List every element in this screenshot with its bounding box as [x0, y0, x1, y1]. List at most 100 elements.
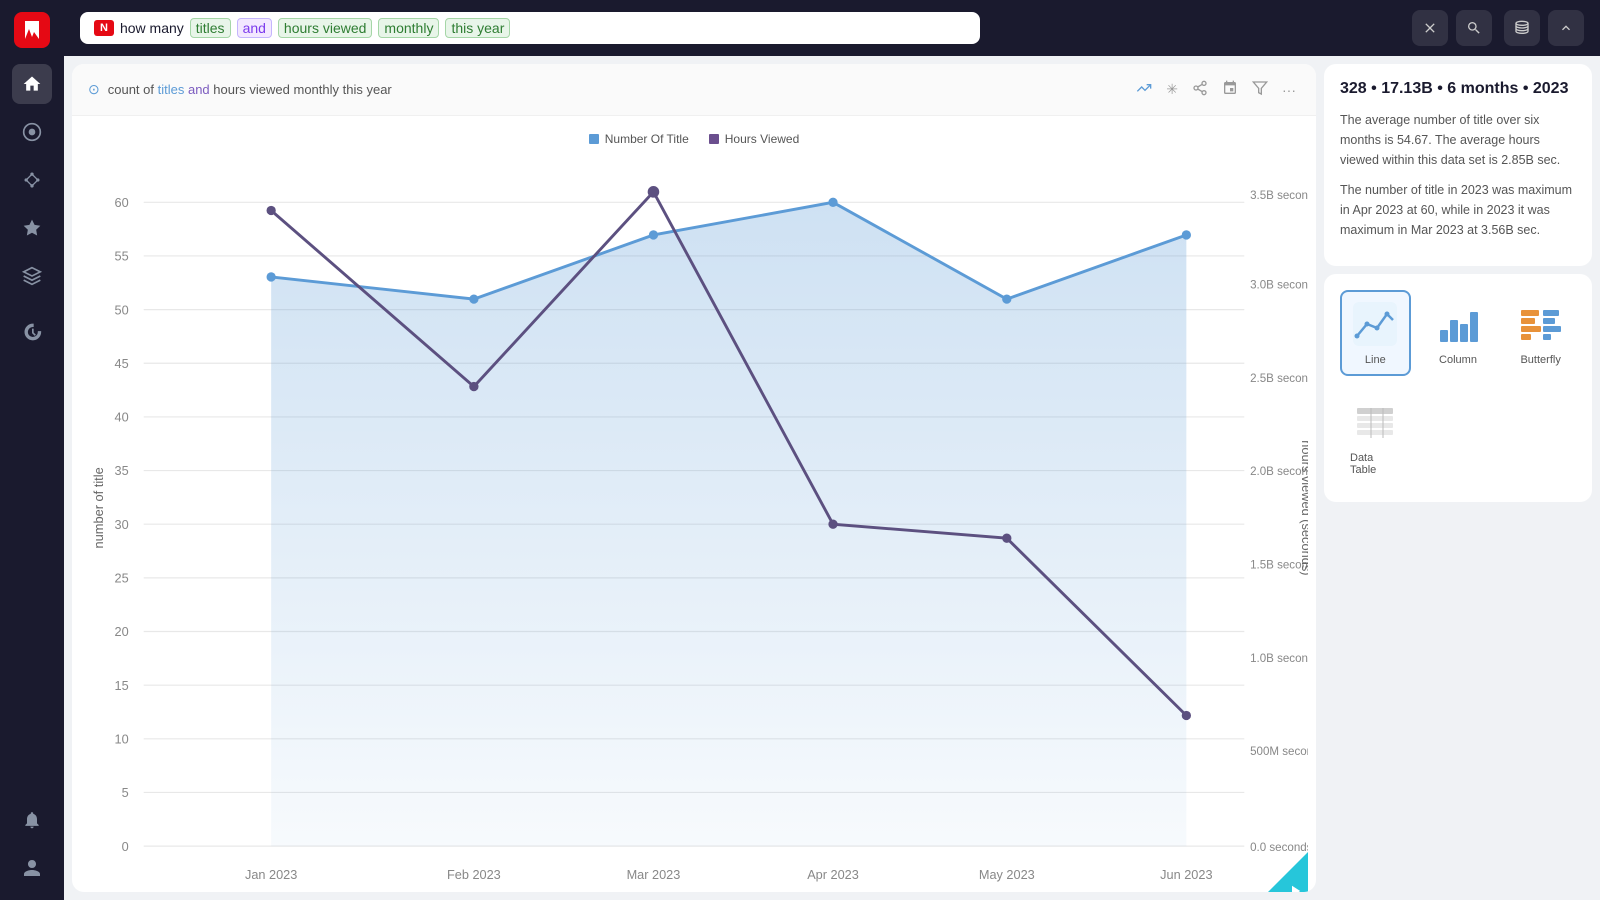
- chart-point-hours: [828, 520, 837, 529]
- content-area: ⊙ count of titles and hours viewed month…: [64, 56, 1600, 900]
- svg-text:3.0B seconds: 3.0B seconds: [1250, 279, 1308, 292]
- chart-body: Number Of Title Hours Viewed 0 5 10 15: [72, 116, 1316, 892]
- database-button[interactable]: [1504, 10, 1540, 46]
- chart-legend: Number Of Title Hours Viewed: [80, 132, 1308, 146]
- svg-text:2.5B seconds: 2.5B seconds: [1250, 372, 1308, 385]
- search-token-monthly: monthly: [378, 18, 439, 38]
- summary-text-2: The number of title in 2023 was maximum …: [1340, 180, 1576, 240]
- chart-point-hours: [648, 186, 660, 198]
- play-button-container: [1256, 852, 1308, 892]
- chart-point-hours: [1182, 711, 1191, 720]
- sidebar-item-activity[interactable]: [12, 112, 52, 152]
- svg-text:30: 30: [115, 517, 129, 532]
- svg-text:500M seconds: 500M seconds: [1250, 745, 1308, 758]
- svg-text:55: 55: [115, 249, 129, 264]
- chart-point: [1182, 230, 1191, 239]
- legend-titles: Number Of Title: [589, 132, 689, 146]
- share-button[interactable]: [1188, 76, 1212, 103]
- svg-text:Jan 2023: Jan 2023: [245, 867, 297, 882]
- chart-type-label-line: Line: [1365, 354, 1386, 366]
- search-token-howmany: how many: [120, 20, 184, 36]
- svg-text:50: 50: [115, 302, 129, 317]
- chart-type-icon-butterfly: [1517, 300, 1565, 348]
- svg-text:25: 25: [115, 570, 129, 585]
- search-token-hours: hours viewed: [278, 18, 373, 38]
- svg-text:20: 20: [115, 624, 129, 639]
- chart-point: [469, 294, 478, 303]
- sidebar-item-connections[interactable]: [12, 160, 52, 200]
- svg-text:5: 5: [122, 785, 129, 800]
- legend-label-hours: Hours Viewed: [725, 132, 799, 146]
- svg-text:Month (release date): Month (release date): [626, 889, 761, 892]
- svg-text:35: 35: [115, 463, 129, 478]
- more-button[interactable]: ···: [1278, 76, 1300, 103]
- chart-type-datatable[interactable]: Data Table: [1340, 388, 1411, 486]
- sidebar-bottom: [12, 800, 52, 888]
- chart-panel: ⊙ count of titles and hours viewed month…: [72, 64, 1316, 892]
- search-token-and: and: [237, 18, 272, 38]
- svg-text:number of title: number of title: [91, 467, 106, 548]
- sidebar-item-layers[interactable]: [12, 256, 52, 296]
- svg-text:Apr 2023: Apr 2023: [807, 867, 859, 882]
- settings-button[interactable]: [1548, 10, 1584, 46]
- svg-text:hours viewed (seconds): hours viewed (seconds): [1299, 440, 1308, 575]
- chart-type-label-datatable: Data Table: [1350, 452, 1401, 476]
- asterisk-button[interactable]: ✳: [1162, 76, 1182, 103]
- search-button[interactable]: [1456, 10, 1492, 46]
- summary-text-1: The average number of title over six mon…: [1340, 110, 1576, 170]
- main-content: N how many titles and hours viewed month…: [64, 0, 1600, 900]
- chart-type-label-column: Column: [1439, 354, 1477, 366]
- search-token-titles: titles: [190, 18, 231, 38]
- chart-svg: 0 5 10 15 20 25 30 35 40 45 50 55 60: [80, 158, 1308, 892]
- sidebar-item-favorites[interactable]: [12, 208, 52, 248]
- search-bar[interactable]: N how many titles and hours viewed month…: [80, 12, 980, 44]
- svg-text:3.5B seconds: 3.5B seconds: [1250, 189, 1308, 202]
- sidebar-item-history[interactable]: [12, 312, 52, 352]
- chart-point: [649, 230, 658, 239]
- svg-text:May 2023: May 2023: [979, 867, 1035, 882]
- svg-text:Mar 2023: Mar 2023: [627, 867, 681, 882]
- close-button[interactable]: [1412, 10, 1448, 46]
- svg-text:40: 40: [115, 410, 129, 425]
- svg-text:15: 15: [115, 678, 129, 693]
- trend-button[interactable]: [1132, 76, 1156, 103]
- play-icon[interactable]: [1286, 882, 1304, 892]
- chart-type-label-butterfly: Butterfly: [1520, 354, 1560, 366]
- chart-type-card: Line Column: [1324, 274, 1592, 502]
- chart-point: [1002, 294, 1011, 303]
- svg-text:10: 10: [115, 731, 129, 746]
- chart-point-hours: [469, 382, 478, 391]
- svg-text:Feb 2023: Feb 2023: [447, 867, 501, 882]
- sidebar-item-home[interactable]: [12, 64, 52, 104]
- app-logo[interactable]: [14, 12, 50, 48]
- chart-area-fill: [271, 202, 1186, 846]
- chart-type-line[interactable]: Line: [1340, 290, 1411, 376]
- svg-text:0: 0: [122, 839, 129, 854]
- top-right-actions: [1504, 10, 1584, 46]
- chart-toolbar: ✳: [1132, 76, 1300, 103]
- filter-button[interactable]: [1248, 76, 1272, 103]
- chart-type-icon-line: [1351, 300, 1399, 348]
- svg-text:60: 60: [115, 195, 129, 210]
- search-actions: [1412, 10, 1492, 46]
- top-bar: N how many titles and hours viewed month…: [64, 0, 1600, 56]
- netflix-badge: N: [94, 20, 114, 36]
- chart-type-icon-datatable: [1351, 398, 1399, 446]
- summary-stats: 328 • 17.13B • 6 months • 2023: [1340, 80, 1576, 98]
- chart-type-butterfly[interactable]: Butterfly: [1505, 290, 1576, 376]
- sidebar-item-profile[interactable]: [12, 848, 52, 888]
- pin-button[interactable]: [1218, 76, 1242, 103]
- chart-point-hours: [267, 206, 276, 215]
- sidebar-item-notifications[interactable]: [12, 800, 52, 840]
- chart-header: ⊙ count of titles and hours viewed month…: [72, 64, 1316, 116]
- svg-text:Jun 2023: Jun 2023: [1160, 867, 1212, 882]
- chart-title: count of titles and hours viewed monthly…: [108, 82, 392, 97]
- summary-card: 328 • 17.13B • 6 months • 2023 The avera…: [1324, 64, 1592, 266]
- chart-svg-container: 0 5 10 15 20 25 30 35 40 45 50 55 60: [80, 158, 1308, 892]
- svg-text:45: 45: [115, 356, 129, 371]
- chart-point-hours: [1002, 534, 1011, 543]
- chart-type-icon-column: [1434, 300, 1482, 348]
- svg-text:1.0B seconds: 1.0B seconds: [1250, 652, 1308, 665]
- right-panel: 328 • 17.13B • 6 months • 2023 The avera…: [1324, 64, 1592, 892]
- chart-type-column[interactable]: Column: [1423, 290, 1494, 376]
